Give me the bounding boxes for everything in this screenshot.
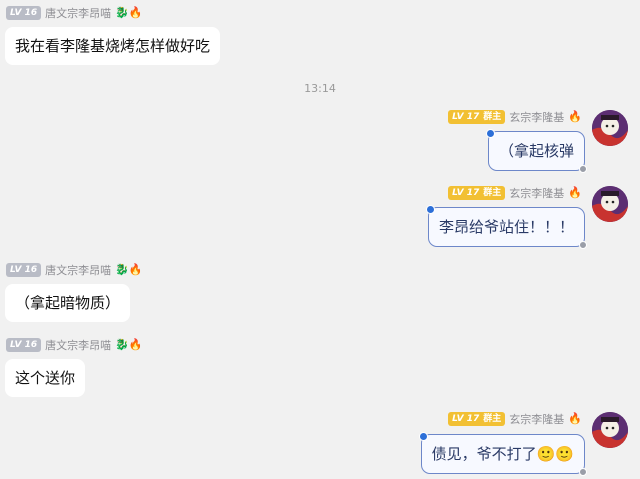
message-2-bubble[interactable]: （拿起核弹 — [485, 129, 587, 173]
level-badge: LV 16 — [6, 263, 42, 277]
sender-emoji: 🔥 — [568, 412, 582, 425]
sender-emoji: 🔥 — [568, 110, 582, 123]
timestamp: 13:14 — [304, 82, 336, 95]
sender-emoji: 🐉🔥 — [115, 6, 143, 19]
message-5-header: LV 16 唐文宗李昂喵 🐉🔥 — [6, 336, 143, 354]
message-text: 我在看李隆基烧烤怎样做好吃 — [15, 37, 211, 55]
sticker-dot — [579, 468, 587, 476]
message-text: 债见，爷不打了🙂🙂 — [431, 445, 574, 463]
message-text: （拿起核弹 — [498, 142, 574, 160]
sticker-dot — [485, 129, 495, 138]
sticker-dot — [579, 241, 587, 249]
avatar[interactable] — [592, 186, 628, 222]
sender-name[interactable]: 唐文宗李昂喵 — [45, 262, 111, 278]
owner-role: 群主 — [483, 112, 502, 122]
sender-name[interactable]: 唐文宗李昂喵 — [45, 5, 111, 21]
level-badge: LV 17 群主 — [448, 186, 506, 200]
message-5-bubble[interactable]: 这个送你 — [5, 359, 86, 397]
message-6-bubble[interactable]: 债见，爷不打了🙂🙂 — [418, 432, 587, 476]
sticker-dot — [425, 205, 435, 214]
sticker-dot — [418, 432, 428, 441]
sender-emoji: 🐉🔥 — [115, 338, 143, 351]
avatar[interactable] — [592, 412, 628, 448]
message-3-bubble[interactable]: 李昂给爷站住！！！ — [425, 205, 587, 249]
sender-emoji: 🔥 — [568, 186, 582, 199]
owner-role: 群主 — [483, 414, 502, 424]
sender-name[interactable]: 玄宗李隆基 — [509, 411, 564, 427]
message-text: （拿起暗物质） — [15, 294, 121, 312]
sticker-dot — [579, 165, 587, 173]
message-3-header: LV 17 群主 玄宗李隆基 🔥 — [448, 184, 582, 202]
message-1-header: LV 16 唐文宗李昂喵 🐉🔥 — [6, 4, 143, 22]
sender-emoji: 🐉🔥 — [115, 263, 143, 276]
level-badge: LV 16 — [6, 338, 42, 352]
message-2-header: LV 17 群主 玄宗李隆基 🔥 — [448, 108, 582, 126]
message-4-header: LV 16 唐文宗李昂喵 🐉🔥 — [6, 261, 143, 279]
level-badge: LV 17 群主 — [448, 412, 506, 426]
message-4-bubble[interactable]: （拿起暗物质） — [5, 284, 131, 322]
level-badge: LV 16 — [6, 6, 42, 20]
message-6-header: LV 17 群主 玄宗李隆基 🔥 — [448, 410, 582, 428]
message-text: 这个送你 — [15, 369, 76, 387]
message-text: 李昂给爷站住！！！ — [438, 218, 574, 236]
sender-name[interactable]: 玄宗李隆基 — [509, 185, 564, 201]
message-1-bubble[interactable]: 我在看李隆基烧烤怎样做好吃 — [5, 27, 221, 65]
sender-name[interactable]: 玄宗李隆基 — [509, 109, 564, 125]
owner-role: 群主 — [483, 188, 502, 198]
avatar[interactable] — [592, 110, 628, 146]
level-badge: LV 17 群主 — [448, 110, 506, 124]
sender-name[interactable]: 唐文宗李昂喵 — [45, 337, 111, 353]
